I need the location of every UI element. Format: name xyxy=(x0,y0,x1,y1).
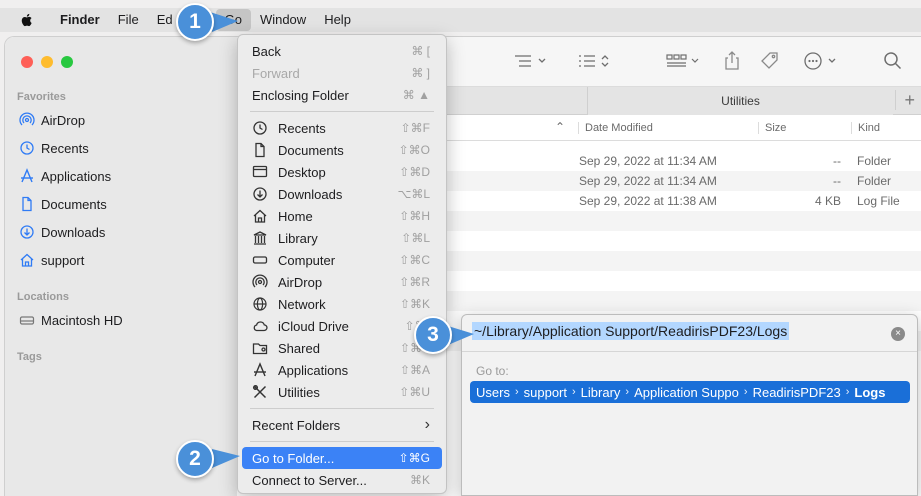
callout-1-pointer xyxy=(210,12,238,32)
callout-1: 1 xyxy=(176,3,214,41)
callout-3: 3 xyxy=(414,316,452,354)
callout-pointers xyxy=(210,12,474,468)
callout-2-pointer xyxy=(212,449,240,468)
callout-2: 2 xyxy=(176,440,214,478)
